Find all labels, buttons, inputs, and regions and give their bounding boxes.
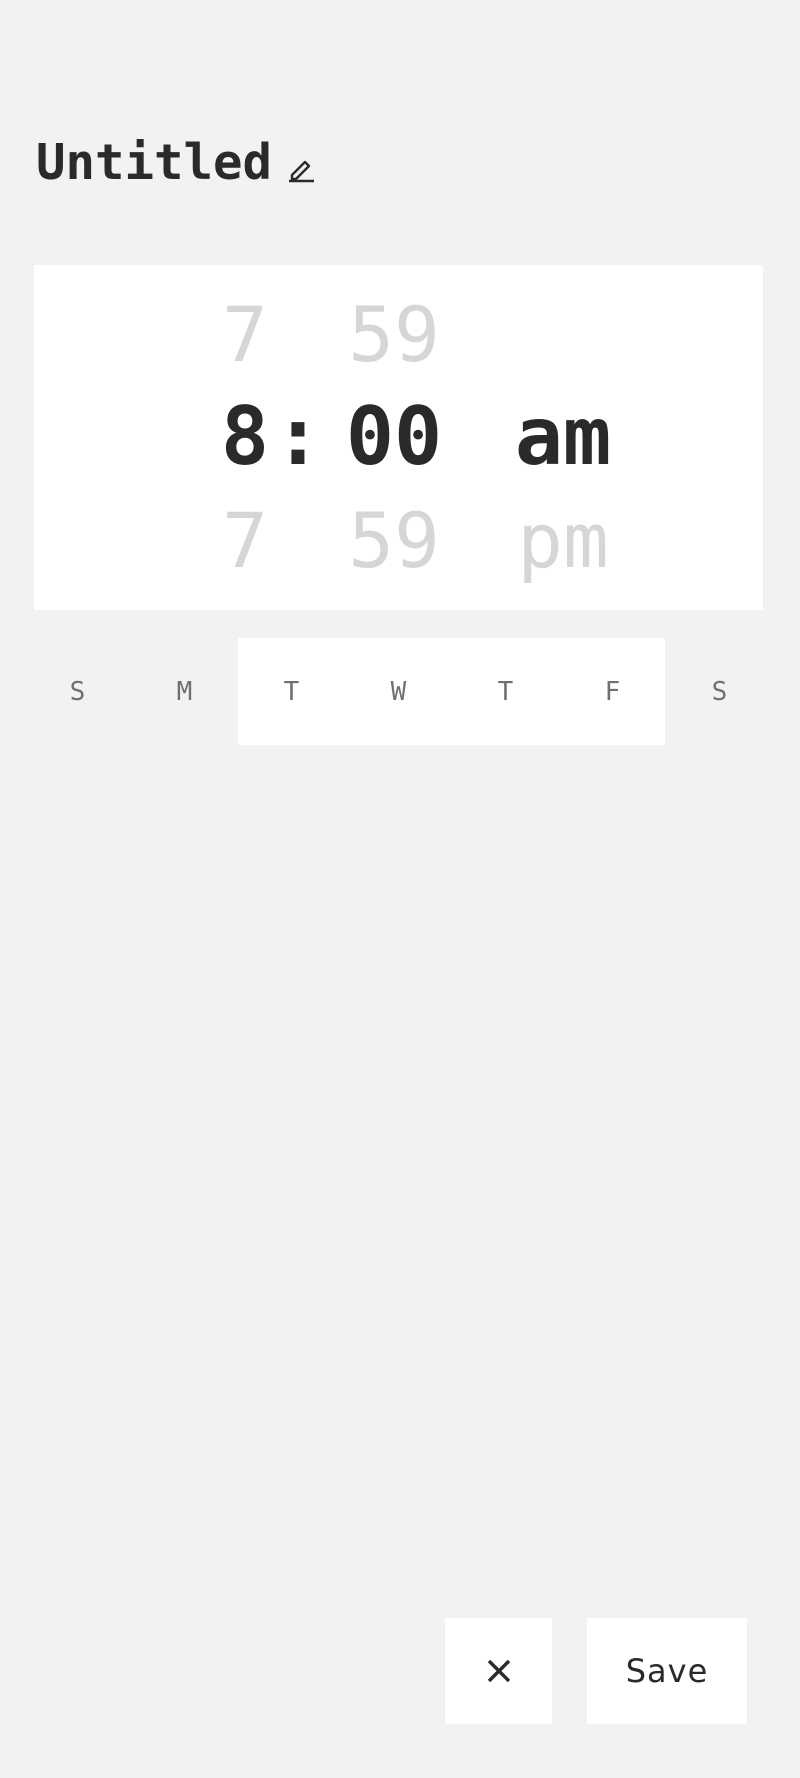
period-next[interactable]: pm xyxy=(493,503,633,579)
weekday-selector: S M T W T F S xyxy=(24,638,776,745)
save-button[interactable]: Save xyxy=(587,1618,747,1724)
hour-prev[interactable]: 7 xyxy=(190,297,300,373)
day-tuesday[interactable]: T xyxy=(238,638,345,745)
minute-prev[interactable]: 59 xyxy=(324,297,464,373)
day-sunday[interactable]: S xyxy=(24,638,131,745)
day-thursday[interactable]: T xyxy=(452,638,559,745)
title-row[interactable]: Untitled xyxy=(36,132,316,192)
time-picker[interactable]: 7 8 7 : 59 00 59 am pm xyxy=(34,265,763,610)
day-friday[interactable]: F xyxy=(559,638,666,745)
hour-next[interactable]: 7 xyxy=(190,503,300,579)
cancel-button[interactable] xyxy=(445,1618,552,1724)
period-selected[interactable]: am xyxy=(493,397,633,477)
alarm-title[interactable]: Untitled xyxy=(36,138,272,187)
minute-next[interactable]: 59 xyxy=(324,503,464,579)
day-wednesday[interactable]: W xyxy=(345,638,452,745)
time-separator: : xyxy=(273,390,323,483)
pencil-icon[interactable] xyxy=(286,153,316,183)
minute-selected[interactable]: 00 xyxy=(324,397,464,477)
day-saturday[interactable]: S xyxy=(666,638,773,745)
day-monday[interactable]: M xyxy=(131,638,238,745)
close-icon xyxy=(487,1659,510,1683)
